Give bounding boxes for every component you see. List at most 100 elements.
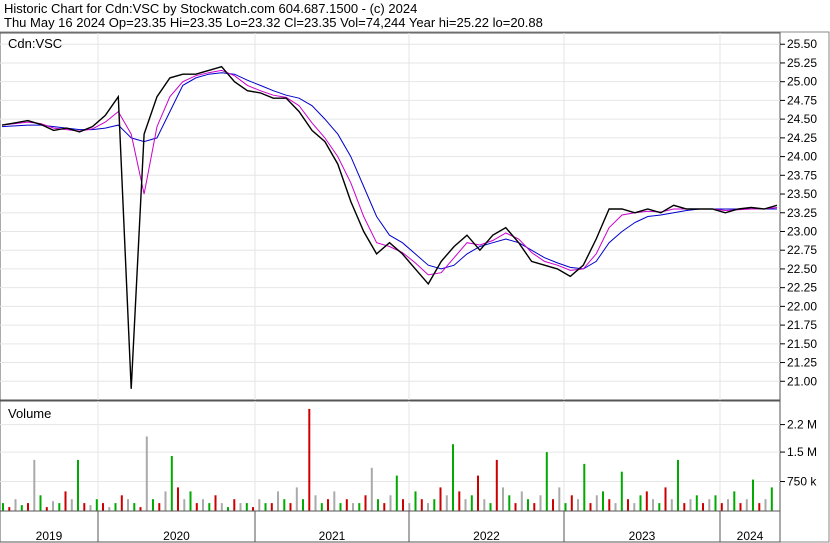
volume-bar <box>2 503 4 511</box>
volume-bar <box>327 499 329 511</box>
volume-bar <box>170 456 173 511</box>
volume-bar <box>314 495 317 511</box>
volume-bar <box>558 487 561 511</box>
volume-bar <box>39 495 42 511</box>
volume-bar <box>20 505 23 511</box>
volume-bar <box>395 475 398 511</box>
volume-bar <box>739 503 742 511</box>
volume-bar <box>89 505 92 511</box>
volume-bar <box>64 491 67 511</box>
volume-bar <box>52 501 54 511</box>
volume-bar <box>514 503 517 511</box>
volume-bar <box>752 479 754 511</box>
volume-bar <box>702 503 704 511</box>
volume-bar <box>58 503 61 511</box>
volume-bar <box>645 491 648 511</box>
price-tick-label: 23.75 <box>787 168 817 182</box>
volume-tick-label: 2.2 M <box>787 418 817 432</box>
volume-bar <box>527 499 529 511</box>
price-tick-label: 24.75 <box>787 93 817 107</box>
price-tick-label: 21.00 <box>787 374 817 388</box>
volume-bar <box>545 452 548 511</box>
volume-bar <box>270 503 273 511</box>
volume-bar <box>133 503 136 511</box>
volume-plot-area <box>0 400 781 512</box>
volume-bar <box>345 499 348 511</box>
price-tick-label: 21.25 <box>787 356 817 370</box>
volume-bar <box>552 499 554 511</box>
volume-bar <box>733 491 736 511</box>
volume-bar <box>220 503 223 511</box>
volume-bar <box>577 499 579 511</box>
volume-bar <box>639 495 642 511</box>
volume-bar <box>333 491 336 511</box>
price-tick-label: 22.00 <box>787 299 817 313</box>
volume-bar <box>489 503 492 511</box>
x-axis: 2019 2020 2021 2022 2023 2024 <box>0 510 781 543</box>
price-tick-label: 24.00 <box>787 150 817 164</box>
price-tick-label: 21.50 <box>787 337 817 351</box>
volume-bar <box>677 459 679 511</box>
volume-bar <box>195 503 198 511</box>
volume-bar <box>214 495 217 511</box>
volume-bar <box>383 503 386 511</box>
volume-bar <box>377 499 379 511</box>
volume-bar <box>595 495 598 511</box>
price-tick-label: 21.75 <box>787 318 817 332</box>
x-tick-label: 2023 <box>629 529 656 543</box>
volume-bar <box>408 503 411 511</box>
volume-bar <box>339 503 342 511</box>
volume-bar <box>495 459 498 511</box>
volume-bar <box>714 495 717 511</box>
volume-bar <box>295 487 298 511</box>
volume-bar <box>608 499 611 511</box>
volume-bar <box>389 495 392 511</box>
volume-bar <box>289 503 292 511</box>
price-panel-label: Cdn:VSC <box>8 36 63 51</box>
volume-bar <box>252 507 254 511</box>
volume-bar <box>583 463 586 511</box>
volume-bar <box>402 499 404 511</box>
x-axis-area <box>0 510 781 543</box>
volume-bar <box>183 499 186 511</box>
price-tick-label: 22.75 <box>787 243 817 257</box>
volume-bar <box>33 459 36 511</box>
volume-bar <box>239 503 242 511</box>
volume-bar <box>758 503 761 511</box>
volume-bar <box>533 503 536 511</box>
volume-bar <box>127 499 129 511</box>
volume-bar <box>145 436 148 511</box>
volume-bar <box>352 503 354 511</box>
volume-bar <box>70 499 73 511</box>
volume-bar <box>664 487 667 511</box>
volume-bar <box>8 507 11 511</box>
volume-bar <box>427 503 429 511</box>
x-tick-label: 2022 <box>473 529 500 543</box>
volume-bar <box>445 495 448 511</box>
volume-bar <box>683 503 686 511</box>
stock-chart: 25.50 25.25 25.00 24.75 24.50 24.25 24.00 23.75… <box>0 31 830 543</box>
volume-tick-label: 750 k <box>787 475 817 489</box>
volume-bar <box>464 499 467 511</box>
volume-bar <box>14 499 17 511</box>
volume-bar <box>452 444 454 511</box>
volume-bar <box>177 487 179 511</box>
volume-bar <box>520 491 523 511</box>
volume-bar <box>77 459 79 511</box>
volume-tick-label: 1.5 M <box>787 445 817 459</box>
volume-bar <box>358 503 361 511</box>
x-tick-label: 2024 <box>737 529 764 543</box>
volume-bar <box>652 499 654 511</box>
volume-bar <box>102 503 104 511</box>
volume-bar <box>95 499 98 511</box>
volume-bar <box>420 499 423 511</box>
volume-bar <box>589 503 592 511</box>
volume-bar <box>483 499 486 511</box>
volume-bar <box>208 503 211 511</box>
volume-bar <box>233 499 236 511</box>
volume-bar <box>202 499 204 511</box>
volume-bar <box>120 495 123 511</box>
volume-panel-label: Volume <box>8 406 52 421</box>
volume-bar <box>770 487 773 511</box>
x-tick-label: 2021 <box>319 529 346 543</box>
